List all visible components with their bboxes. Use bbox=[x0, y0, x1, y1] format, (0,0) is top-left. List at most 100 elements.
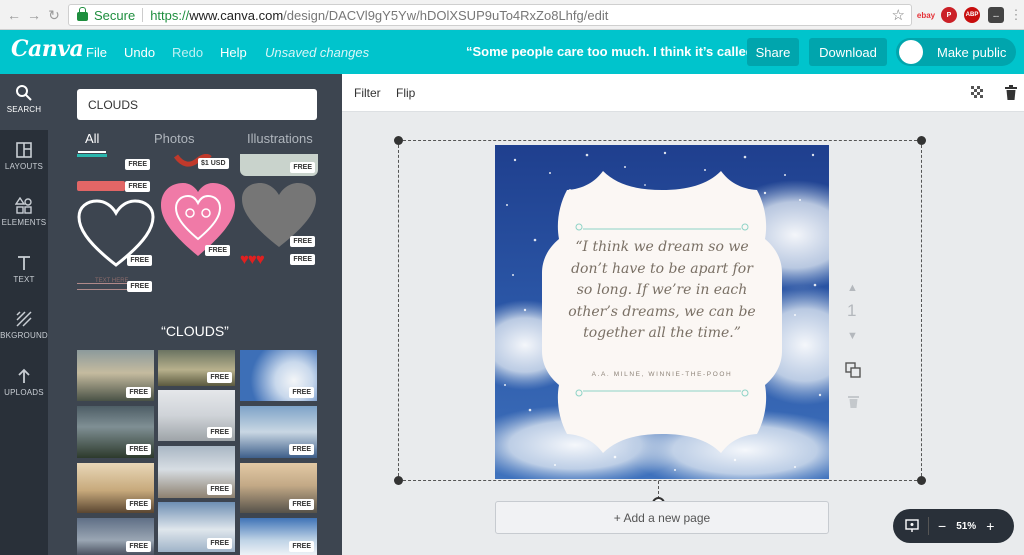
sidebar-item-layouts[interactable]: LAYOUTS bbox=[0, 131, 48, 187]
zoom-level[interactable]: 51% bbox=[956, 521, 976, 532]
undo-button[interactable]: Undo bbox=[124, 45, 155, 60]
photo-result[interactable]: FREE bbox=[158, 350, 235, 386]
file-menu[interactable]: File bbox=[86, 45, 107, 60]
download-button[interactable]: Download bbox=[809, 38, 887, 66]
illustration-result[interactable]: FREE bbox=[158, 179, 238, 259]
photo-result[interactable]: FREE bbox=[77, 518, 154, 555]
url-protocol: https:// bbox=[150, 7, 190, 23]
sidebar-label: ELEMENTS bbox=[1, 218, 47, 227]
add-new-page-button[interactable]: + Add a new page bbox=[495, 501, 829, 534]
free-badge: FREE bbox=[127, 281, 152, 292]
tab-all[interactable]: All bbox=[85, 131, 99, 146]
url-host: www.canva.com bbox=[189, 7, 284, 23]
move-page-up-icon[interactable]: ▲ bbox=[847, 282, 858, 294]
canva-logo[interactable]: Canva bbox=[11, 36, 84, 62]
redo-button[interactable]: Redo bbox=[172, 45, 203, 60]
photo-result[interactable]: FREE bbox=[240, 406, 317, 458]
resize-handle[interactable] bbox=[917, 476, 926, 485]
free-badge: FREE bbox=[126, 499, 151, 510]
sidebar-item-uploads[interactable]: UPLOADS bbox=[0, 357, 48, 413]
sidebar-item-search[interactable]: SEARCH bbox=[0, 74, 48, 130]
illustration-result[interactable]: FREE bbox=[240, 181, 318, 249]
trash-icon[interactable] bbox=[1005, 85, 1017, 100]
move-page-down-icon[interactable]: ▼ bbox=[847, 330, 858, 342]
photo-result[interactable]: FREE bbox=[77, 463, 154, 513]
sidebar-item-background[interactable]: BKGROUND bbox=[0, 300, 48, 356]
photo-result[interactable]: FREE bbox=[240, 463, 317, 513]
photo-result[interactable]: FREE bbox=[77, 350, 154, 401]
extension-menu-icon[interactable]: ... bbox=[988, 7, 1004, 23]
free-badge: FREE bbox=[126, 444, 151, 455]
unsaved-status: Unsaved changes bbox=[265, 45, 370, 60]
forward-arrow-icon[interactable]: → bbox=[24, 5, 44, 25]
active-tab-indicator bbox=[78, 151, 106, 153]
flip-button[interactable]: Flip bbox=[396, 86, 415, 100]
back-arrow-icon[interactable]: ← bbox=[4, 5, 24, 25]
address-bar[interactable]: Secure https:// www.canva.com /design/DA… bbox=[68, 4, 912, 26]
sidebar-label: BKGROUND bbox=[0, 331, 48, 340]
photo-result[interactable]: FREE bbox=[158, 390, 235, 441]
search-icon bbox=[16, 85, 32, 101]
free-badge: FREE bbox=[125, 181, 150, 192]
editor-header: Canva File Undo Redo Help Unsaved change… bbox=[0, 30, 1024, 74]
transparency-icon[interactable] bbox=[971, 86, 985, 100]
tab-illustrations[interactable]: Illustrations bbox=[247, 131, 313, 146]
pinterest-extension-icon[interactable]: P bbox=[941, 7, 957, 23]
reload-icon[interactable]: ↻ bbox=[44, 5, 64, 25]
secure-label: Secure bbox=[94, 7, 136, 23]
resize-handle[interactable] bbox=[917, 136, 926, 145]
sidebar-item-text[interactable]: TEXT bbox=[0, 244, 48, 300]
browser-toolbar: ← → ↻ Secure https:// www.canva.com /des… bbox=[0, 0, 1024, 30]
share-button[interactable]: Share bbox=[747, 38, 799, 66]
free-badge: FREE bbox=[207, 484, 232, 495]
photo-result[interactable]: FREE bbox=[240, 518, 317, 555]
help-menu[interactable]: Help bbox=[220, 45, 247, 60]
illustration-result[interactable]: FREE bbox=[77, 179, 153, 193]
free-badge: FREE bbox=[289, 541, 314, 552]
layouts-icon bbox=[16, 142, 32, 158]
search-input[interactable]: CLOUDS bbox=[77, 89, 317, 120]
resize-handle[interactable] bbox=[394, 136, 403, 145]
url-path: /design/DACVl9gY5Yw/hDOlXSUP9uTo4RxZo8Lh… bbox=[283, 7, 609, 23]
free-badge: FREE bbox=[290, 236, 315, 247]
adblock-plus-icon[interactable]: ABP bbox=[964, 7, 980, 23]
illustration-result[interactable]: FREE bbox=[77, 154, 153, 170]
resize-handle[interactable] bbox=[394, 476, 403, 485]
free-badge: FREE bbox=[207, 372, 232, 383]
make-public-toggle[interactable]: Make public bbox=[896, 38, 1016, 66]
zoom-out-button[interactable]: − bbox=[938, 518, 946, 534]
illustration-result[interactable]: ♥♥♥ FREE bbox=[240, 251, 318, 268]
filter-button[interactable]: Filter bbox=[354, 86, 381, 100]
tab-photos[interactable]: Photos bbox=[154, 131, 194, 146]
illustration-result[interactable]: TEXT HERE FREE bbox=[77, 277, 155, 293]
duplicate-page-icon[interactable] bbox=[845, 362, 861, 378]
search-panel: CLOUDS All Photos Illustrations FREE FRE… bbox=[48, 74, 342, 555]
zoom-in-button[interactable]: + bbox=[986, 518, 994, 534]
photo-result[interactable]: FREE bbox=[158, 502, 235, 552]
ebay-extension-icon[interactable]: ebay bbox=[917, 7, 935, 23]
clouds-section-heading: “CLOUDS” bbox=[161, 323, 229, 339]
photo-result[interactable]: FREE bbox=[240, 350, 317, 401]
free-badge: FREE bbox=[127, 255, 152, 266]
free-badge: FREE bbox=[207, 538, 232, 549]
illustration-result[interactable]: FREE bbox=[77, 199, 155, 269]
sidebar-item-elements[interactable]: ELEMENTS bbox=[0, 187, 48, 243]
bookmark-star-icon[interactable]: ☆ bbox=[892, 6, 905, 24]
document-title[interactable]: “Some people care too much. I think it’s… bbox=[466, 44, 767, 59]
price-badge: $1 USD bbox=[198, 158, 229, 169]
browser-menu-icon[interactable]: ⋮ bbox=[1006, 5, 1024, 25]
toggle-knob bbox=[899, 40, 923, 64]
elements-icon bbox=[15, 197, 32, 214]
present-icon[interactable] bbox=[905, 519, 919, 533]
photo-result[interactable]: FREE bbox=[158, 446, 235, 498]
delete-page-icon[interactable] bbox=[848, 395, 859, 408]
zoom-controls: − 51% + bbox=[893, 509, 1014, 543]
illustration-result[interactable]: FREE bbox=[240, 154, 318, 176]
sidebar-label: UPLOADS bbox=[4, 388, 44, 397]
illustration-result[interactable]: $1 USD bbox=[160, 154, 236, 174]
uploads-icon bbox=[18, 368, 30, 383]
free-badge: FREE bbox=[205, 245, 230, 256]
sidebar-label: TEXT bbox=[13, 275, 35, 284]
free-badge: FREE bbox=[290, 162, 315, 173]
photo-result[interactable]: FREE bbox=[77, 406, 154, 458]
